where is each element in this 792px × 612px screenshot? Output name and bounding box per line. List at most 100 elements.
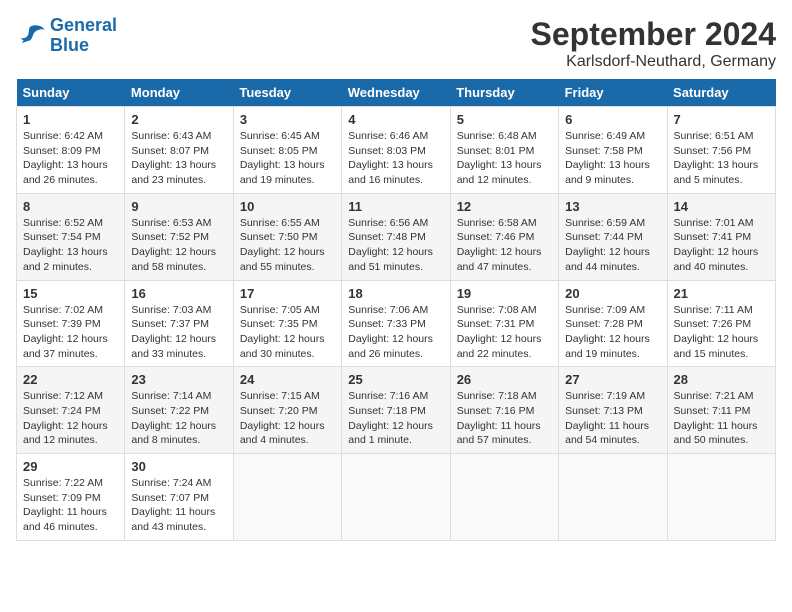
- logo-text: General Blue: [50, 16, 117, 56]
- day-info: Sunrise: 7:06 AM Sunset: 7:33 PM Dayligh…: [348, 303, 443, 362]
- calendar-cell: [342, 454, 450, 541]
- calendar-cell: 13 Sunrise: 6:59 AM Sunset: 7:44 PM Dayli…: [559, 193, 667, 280]
- day-number: 30: [131, 459, 226, 474]
- day-info: Sunrise: 6:43 AM Sunset: 8:07 PM Dayligh…: [131, 129, 226, 188]
- calendar-cell: [233, 454, 341, 541]
- day-number: 26: [457, 372, 552, 387]
- day-info: Sunrise: 6:53 AM Sunset: 7:52 PM Dayligh…: [131, 216, 226, 275]
- day-number: 13: [565, 199, 660, 214]
- day-info: Sunrise: 6:45 AM Sunset: 8:05 PM Dayligh…: [240, 129, 335, 188]
- calendar-cell: 6 Sunrise: 6:49 AM Sunset: 7:58 PM Daylig…: [559, 107, 667, 194]
- day-info: Sunrise: 7:18 AM Sunset: 7:16 PM Dayligh…: [457, 389, 552, 448]
- day-info: Sunrise: 7:24 AM Sunset: 7:07 PM Dayligh…: [131, 476, 226, 535]
- weekday-header: Wednesday: [342, 79, 450, 107]
- day-number: 14: [674, 199, 769, 214]
- calendar-cell: 4 Sunrise: 6:46 AM Sunset: 8:03 PM Daylig…: [342, 107, 450, 194]
- calendar-cell: 12Sunrise: 6:58 AM Sunset: 7:46 PM Dayli…: [450, 193, 558, 280]
- calendar-cell: 11Sunrise: 6:56 AM Sunset: 7:48 PM Dayli…: [342, 193, 450, 280]
- day-info: Sunrise: 7:01 AM Sunset: 7:41 PM Dayligh…: [674, 216, 769, 275]
- calendar-cell: 30 Sunrise: 7:24 AM Sunset: 7:07 PM Dayli…: [125, 454, 233, 541]
- day-number: 3: [240, 112, 335, 127]
- day-info: Sunrise: 6:59 AM Sunset: 7:44 PM Dayligh…: [565, 216, 660, 275]
- day-info: Sunrise: 7:11 AM Sunset: 7:26 PM Dayligh…: [674, 303, 769, 362]
- calendar-cell: 22Sunrise: 7:12 AM Sunset: 7:24 PM Dayli…: [17, 367, 125, 454]
- calendar-cell: [559, 454, 667, 541]
- day-info: Sunrise: 7:08 AM Sunset: 7:31 PM Dayligh…: [457, 303, 552, 362]
- day-number: 21: [674, 286, 769, 301]
- location-title: Karlsdorf-Neuthard, Germany: [531, 53, 776, 71]
- day-number: 15: [23, 286, 118, 301]
- weekday-header: Friday: [559, 79, 667, 107]
- calendar-cell: 9 Sunrise: 6:53 AM Sunset: 7:52 PM Daylig…: [125, 193, 233, 280]
- day-number: 19: [457, 286, 552, 301]
- calendar-cell: 28 Sunrise: 7:21 AM Sunset: 7:11 PM Dayli…: [667, 367, 775, 454]
- calendar-week-row: 15 Sunrise: 7:02 AM Sunset: 7:39 PM Dayli…: [17, 280, 776, 367]
- day-number: 2: [131, 112, 226, 127]
- day-number: 9: [131, 199, 226, 214]
- day-number: 5: [457, 112, 552, 127]
- day-number: 27: [565, 372, 660, 387]
- day-number: 8: [23, 199, 118, 214]
- day-number: 16: [131, 286, 226, 301]
- day-number: 18: [348, 286, 443, 301]
- calendar-cell: 19 Sunrise: 7:08 AM Sunset: 7:31 PM Dayli…: [450, 280, 558, 367]
- calendar-cell: [450, 454, 558, 541]
- calendar-week-row: 8 Sunrise: 6:52 AM Sunset: 7:54 PM Daylig…: [17, 193, 776, 280]
- day-info: Sunrise: 7:12 AM Sunset: 7:24 PM Dayligh…: [23, 389, 118, 448]
- day-number: 28: [674, 372, 769, 387]
- calendar-cell: 17Sunrise: 7:05 AM Sunset: 7:35 PM Dayli…: [233, 280, 341, 367]
- day-info: Sunrise: 7:19 AM Sunset: 7:13 PM Dayligh…: [565, 389, 660, 448]
- weekday-header: Saturday: [667, 79, 775, 107]
- day-number: 23: [131, 372, 226, 387]
- day-info: Sunrise: 7:16 AM Sunset: 7:18 PM Dayligh…: [348, 389, 443, 448]
- logo-icon: [16, 22, 46, 50]
- weekday-header: Thursday: [450, 79, 558, 107]
- calendar-cell: 10 Sunrise: 6:55 AM Sunset: 7:50 PM Dayli…: [233, 193, 341, 280]
- day-info: Sunrise: 6:49 AM Sunset: 7:58 PM Dayligh…: [565, 129, 660, 188]
- day-number: 10: [240, 199, 335, 214]
- calendar-cell: 23 Sunrise: 7:14 AM Sunset: 7:22 PM Dayli…: [125, 367, 233, 454]
- day-number: 1: [23, 112, 118, 127]
- calendar-cell: 8 Sunrise: 6:52 AM Sunset: 7:54 PM Daylig…: [17, 193, 125, 280]
- calendar-table: SundayMondayTuesdayWednesdayThursdayFrid…: [16, 79, 776, 541]
- calendar-cell: 14 Sunrise: 7:01 AM Sunset: 7:41 PM Dayli…: [667, 193, 775, 280]
- weekday-header: Sunday: [17, 79, 125, 107]
- calendar-cell: [667, 454, 775, 541]
- day-info: Sunrise: 6:46 AM Sunset: 8:03 PM Dayligh…: [348, 129, 443, 188]
- day-number: 4: [348, 112, 443, 127]
- calendar-cell: 2 Sunrise: 6:43 AM Sunset: 8:07 PM Daylig…: [125, 107, 233, 194]
- calendar-body: 1 Sunrise: 6:42 AM Sunset: 8:09 PM Daylig…: [17, 107, 776, 541]
- day-info: Sunrise: 7:14 AM Sunset: 7:22 PM Dayligh…: [131, 389, 226, 448]
- logo-line2: Blue: [50, 35, 89, 55]
- day-number: 24: [240, 372, 335, 387]
- day-info: Sunrise: 6:52 AM Sunset: 7:54 PM Dayligh…: [23, 216, 118, 275]
- day-info: Sunrise: 6:51 AM Sunset: 7:56 PM Dayligh…: [674, 129, 769, 188]
- day-info: Sunrise: 6:55 AM Sunset: 7:50 PM Dayligh…: [240, 216, 335, 275]
- day-number: 20: [565, 286, 660, 301]
- calendar-cell: 24 Sunrise: 7:15 AM Sunset: 7:20 PM Dayli…: [233, 367, 341, 454]
- day-number: 25: [348, 372, 443, 387]
- title-block: September 2024 Karlsdorf-Neuthard, Germa…: [531, 16, 776, 71]
- day-number: 29: [23, 459, 118, 474]
- calendar-cell: 27 Sunrise: 7:19 AM Sunset: 7:13 PM Dayli…: [559, 367, 667, 454]
- day-number: 12: [457, 199, 552, 214]
- calendar-cell: 15 Sunrise: 7:02 AM Sunset: 7:39 PM Dayli…: [17, 280, 125, 367]
- day-info: Sunrise: 7:02 AM Sunset: 7:39 PM Dayligh…: [23, 303, 118, 362]
- weekday-header: Monday: [125, 79, 233, 107]
- weekday-header: Tuesday: [233, 79, 341, 107]
- calendar-cell: 16Sunrise: 7:03 AM Sunset: 7:37 PM Dayli…: [125, 280, 233, 367]
- calendar-cell: 20 Sunrise: 7:09 AM Sunset: 7:28 PM Dayli…: [559, 280, 667, 367]
- calendar-week-row: 1 Sunrise: 6:42 AM Sunset: 8:09 PM Daylig…: [17, 107, 776, 194]
- day-info: Sunrise: 6:42 AM Sunset: 8:09 PM Dayligh…: [23, 129, 118, 188]
- day-info: Sunrise: 7:09 AM Sunset: 7:28 PM Dayligh…: [565, 303, 660, 362]
- calendar-cell: 1 Sunrise: 6:42 AM Sunset: 8:09 PM Daylig…: [17, 107, 125, 194]
- day-info: Sunrise: 7:15 AM Sunset: 7:20 PM Dayligh…: [240, 389, 335, 448]
- day-info: Sunrise: 7:21 AM Sunset: 7:11 PM Dayligh…: [674, 389, 769, 448]
- day-number: 6: [565, 112, 660, 127]
- day-number: 7: [674, 112, 769, 127]
- month-title: September 2024: [531, 16, 776, 53]
- calendar-cell: 7 Sunrise: 6:51 AM Sunset: 7:56 PM Daylig…: [667, 107, 775, 194]
- calendar-header-row: SundayMondayTuesdayWednesdayThursdayFrid…: [17, 79, 776, 107]
- day-info: Sunrise: 6:48 AM Sunset: 8:01 PM Dayligh…: [457, 129, 552, 188]
- day-info: Sunrise: 7:05 AM Sunset: 7:35 PM Dayligh…: [240, 303, 335, 362]
